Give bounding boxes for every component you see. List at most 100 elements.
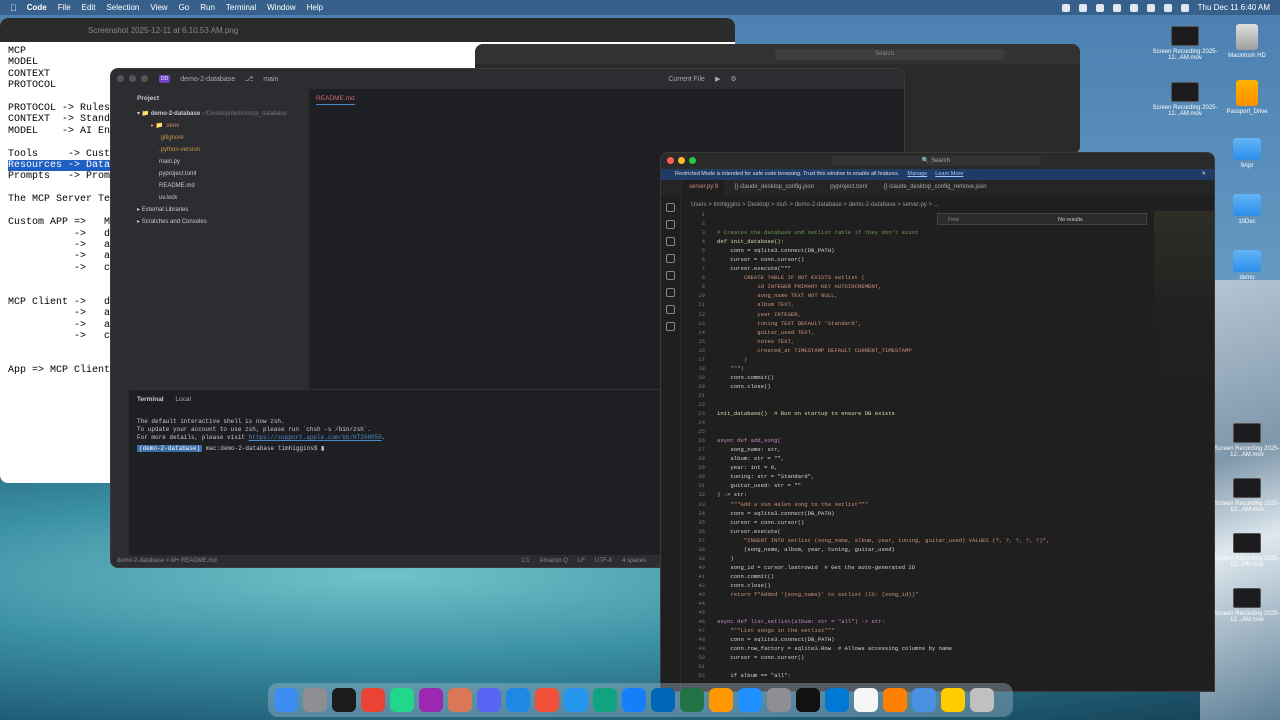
tree-item-uv-lock[interactable]: uv.lock bbox=[137, 192, 301, 204]
source-control-icon[interactable] bbox=[666, 237, 675, 246]
code-line[interactable]: 2 bbox=[683, 219, 1153, 228]
code-line[interactable]: 13 tuning TEXT DEFAULT 'Standard', bbox=[683, 319, 1153, 328]
tree-item-main-py[interactable]: main.py bbox=[137, 156, 301, 168]
desktop-file[interactable]: Screen Recording 2025-12...AM.mov bbox=[1150, 82, 1220, 117]
code-line[interactable]: 43 return f"Added '{song_name}' to setli… bbox=[683, 590, 1153, 599]
docker-icon[interactable] bbox=[564, 688, 588, 712]
code-line[interactable]: 16 created_at TIMESTAMP DEFAULT CURRENT_… bbox=[683, 346, 1153, 355]
minimize-button[interactable] bbox=[678, 157, 685, 164]
status-breadcrumb[interactable]: demo-2-database > M+ README.md bbox=[117, 555, 217, 567]
code-line[interactable]: 21 bbox=[683, 391, 1153, 400]
tree-root[interactable]: ▾ 📁 demo-2-database ~/Desktop/demo/mcp_d… bbox=[137, 108, 301, 120]
desktop-file[interactable]: Screen Recording 2025-12...AM.mov bbox=[1150, 26, 1220, 61]
code-line[interactable]: 4 def init_database(): bbox=[683, 237, 1153, 246]
code-line[interactable]: 10 song_name TEXT NOT NULL, bbox=[683, 291, 1153, 300]
menu-file[interactable]: File bbox=[58, 3, 71, 12]
code-line[interactable]: 38 (song_name, album, year, tuning, guit… bbox=[683, 545, 1153, 554]
extension-icon[interactable] bbox=[1078, 3, 1087, 12]
safari-icon[interactable] bbox=[738, 688, 762, 712]
bluetooth-icon[interactable] bbox=[1112, 3, 1121, 12]
desktop-file[interactable]: Screen Recording 2025-12...AM.mov bbox=[1212, 588, 1280, 623]
desktop-folder[interactable]: 9Apr bbox=[1212, 138, 1280, 169]
vlc-icon[interactable] bbox=[883, 688, 907, 712]
photos-icon[interactable] bbox=[941, 688, 965, 712]
sublime-icon[interactable] bbox=[709, 688, 733, 712]
zoom-button[interactable] bbox=[689, 157, 696, 164]
code-line[interactable]: 7 cursor.execute(""" bbox=[683, 264, 1153, 273]
control-center-icon[interactable] bbox=[1180, 3, 1189, 12]
tab-claude-config-remove[interactable]: {} claude_desktop_config_remove.json bbox=[877, 180, 992, 195]
code-line[interactable]: 31 guitar_used: str = "" bbox=[683, 481, 1153, 490]
tab-server-py[interactable]: server.py 8 bbox=[683, 180, 725, 195]
search-icon[interactable] bbox=[1163, 3, 1172, 12]
code-line[interactable]: 23 init_database() # Run on startup to en… bbox=[683, 409, 1153, 418]
learn-more-link[interactable]: Learn More bbox=[935, 169, 963, 180]
code-line[interactable]: 3 # Creates the database and setlist tabl… bbox=[683, 228, 1153, 237]
desktop-file[interactable]: Screen Recording 2025-12...PM.mov bbox=[1212, 533, 1280, 568]
code-line[interactable]: 28 album: str = "", bbox=[683, 454, 1153, 463]
menu-terminal[interactable]: Terminal bbox=[226, 3, 256, 12]
minimap[interactable] bbox=[1154, 211, 1214, 691]
status-amazon-q[interactable]: Amazon Q bbox=[540, 555, 568, 567]
search-icon[interactable] bbox=[666, 220, 675, 229]
close-button[interactable] bbox=[117, 75, 124, 82]
support-link[interactable]: https://support.apple.com/kb/HT208050 bbox=[249, 434, 382, 441]
trash-icon[interactable] bbox=[970, 688, 994, 712]
close-button[interactable] bbox=[667, 157, 674, 164]
code-line[interactable]: 30 tuning: str = "Standard", bbox=[683, 472, 1153, 481]
edge-icon[interactable] bbox=[825, 688, 849, 712]
branch-switcher[interactable]: main bbox=[263, 76, 278, 83]
desktop-disk[interactable]: Macintosh HD bbox=[1212, 24, 1280, 59]
wifi-icon[interactable] bbox=[1146, 3, 1155, 12]
status-line-ending[interactable]: LF bbox=[578, 555, 585, 567]
chatgpt-icon[interactable] bbox=[593, 688, 617, 712]
discord-icon[interactable] bbox=[477, 688, 501, 712]
code-line[interactable]: 5 conn = sqlite3.connect(DB_PATH) bbox=[683, 246, 1153, 255]
command-center-search[interactable]: 🔍 Search bbox=[831, 156, 1041, 166]
code-line[interactable]: 12 year INTEGER, bbox=[683, 310, 1153, 319]
code-line[interactable]: 32) -> str: bbox=[683, 490, 1153, 499]
code-line[interactable]: 48 conn = sqlite3.connect(DB_PATH) bbox=[683, 635, 1153, 644]
window-titlebar[interactable]: Screenshot 2025-12-11 at 6.10.53 AM.png bbox=[0, 18, 735, 42]
vscode-window[interactable]: 🔍 Search Restricted Mode is intended for… bbox=[660, 152, 1215, 692]
swift-icon[interactable] bbox=[535, 688, 559, 712]
code-line[interactable]: 33 """Add a Van Halen song to the setlis… bbox=[683, 500, 1153, 509]
code-line[interactable]: 36 cursor.execute( bbox=[683, 527, 1153, 536]
tree-item-gitignore[interactable]: .gitignore bbox=[137, 132, 301, 144]
terminal-title[interactable]: Terminal bbox=[137, 396, 164, 403]
notes-icon[interactable] bbox=[854, 688, 878, 712]
code-line[interactable]: 25 bbox=[683, 427, 1153, 436]
tree-item-readme[interactable]: README.md bbox=[137, 180, 301, 192]
desktop-folder[interactable]: demo bbox=[1212, 250, 1280, 281]
code-line[interactable]: 51 bbox=[683, 662, 1153, 671]
claude-icon[interactable] bbox=[448, 688, 472, 712]
menu-clock[interactable]: Thu Dec 11 6:40 AM bbox=[1198, 3, 1270, 12]
apple-icon[interactable]:  bbox=[10, 3, 17, 13]
mail-icon[interactable] bbox=[506, 688, 530, 712]
run-config-select[interactable]: Current File bbox=[668, 76, 705, 83]
code-line[interactable]: 9 id INTEGER PRIMARY KEY AUTOINCREMENT, bbox=[683, 282, 1153, 291]
tree-item-external-libraries[interactable]: ▸ External Libraries bbox=[137, 204, 301, 216]
tree-item-pyproject[interactable]: pyproject.toml bbox=[137, 168, 301, 180]
code-line[interactable]: 52 if album == "all": bbox=[683, 671, 1153, 680]
code-line[interactable]: 46 async def list_setlist(album: str = "a… bbox=[683, 617, 1153, 626]
code-line[interactable]: 42 conn.close() bbox=[683, 581, 1153, 590]
vscode-icon[interactable] bbox=[651, 688, 675, 712]
menu-selection[interactable]: Selection bbox=[106, 3, 139, 12]
code-line[interactable]: 8 CREATE TABLE IF NOT EXISTS setlist ( bbox=[683, 273, 1153, 282]
clipboard-icon[interactable] bbox=[1095, 3, 1104, 12]
code-line[interactable]: 45 bbox=[683, 608, 1153, 617]
code-line[interactable]: 26 async def add_song( bbox=[683, 436, 1153, 445]
code-line[interactable]: 50 cursor = conn.cursor() bbox=[683, 653, 1153, 662]
terminal-tab-local[interactable]: Local bbox=[175, 396, 191, 403]
desktop-folder[interactable]: 10Dec bbox=[1212, 194, 1280, 225]
code-line[interactable]: 19 conn.commit() bbox=[683, 373, 1153, 382]
status-encoding[interactable]: UTF-8 bbox=[595, 555, 612, 567]
debug-icon[interactable]: ⚙ bbox=[730, 75, 736, 83]
window-titlebar[interactable]: 🔍 Search bbox=[661, 153, 1214, 169]
excel-icon[interactable] bbox=[680, 688, 704, 712]
run-icon[interactable]: ▶ bbox=[715, 75, 720, 83]
docker-icon[interactable] bbox=[666, 322, 675, 331]
manage-link[interactable]: Manage bbox=[907, 169, 927, 180]
code-line[interactable]: 44 bbox=[683, 599, 1153, 608]
